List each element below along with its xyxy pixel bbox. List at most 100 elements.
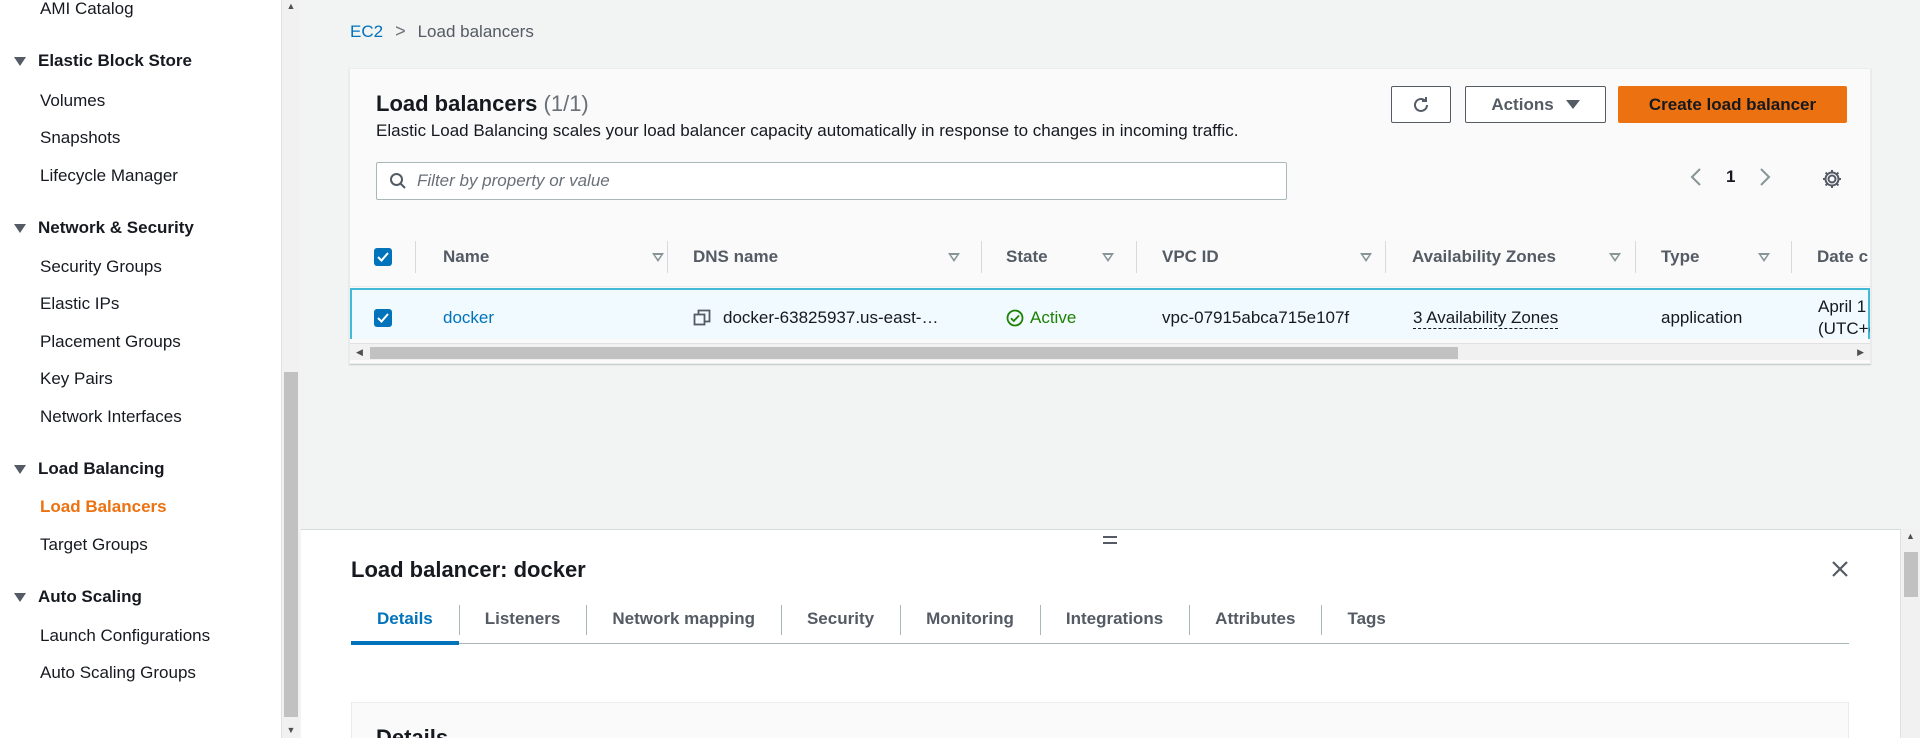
scroll-down-icon[interactable]: ▼ <box>286 724 296 736</box>
column-header-dns-name[interactable]: DNS name <box>693 227 960 287</box>
column-header-type[interactable]: Type <box>1661 227 1791 287</box>
resize-handle-icon[interactable] <box>1103 536 1117 544</box>
gear-icon[interactable] <box>1821 168 1843 195</box>
sidebar-item-snapshots[interactable]: Snapshots <box>40 128 120 148</box>
selection-count: (1/1) <box>543 91 589 116</box>
scroll-up-icon[interactable]: ▲ <box>1906 531 1915 541</box>
details-tabs: Details Listeners Network mapping Securi… <box>351 594 1849 645</box>
column-divider <box>1385 241 1386 273</box>
sidebar-item-ami-catalog[interactable]: AMI Catalog <box>40 0 134 19</box>
sidebar-item-lifecycle-manager[interactable]: Lifecycle Manager <box>40 166 178 186</box>
state-cell: Active <box>1006 290 1076 339</box>
split-panel-scrollbar[interactable]: ▲ <box>1900 529 1920 738</box>
sidebar-item-elastic-ips[interactable]: Elastic IPs <box>40 294 119 314</box>
tab-security[interactable]: Security <box>780 594 900 644</box>
sort-icon <box>652 253 664 262</box>
check-circle-icon <box>1006 309 1024 327</box>
column-header-availability-zones[interactable]: Availability Zones <box>1412 227 1642 287</box>
refresh-icon <box>1414 96 1428 112</box>
tab-integrations[interactable]: Integrations <box>1039 594 1189 644</box>
copy-icon[interactable] <box>693 309 711 327</box>
column-header-vpc-id[interactable]: VPC ID <box>1162 227 1392 287</box>
column-divider <box>981 241 982 273</box>
sidebar-item-auto-scaling-groups[interactable]: Auto Scaling Groups <box>40 663 196 683</box>
column-divider <box>667 241 668 273</box>
sidebar-section-network-security[interactable]: Network & Security <box>14 218 194 238</box>
status-badge: Active <box>1030 308 1077 327</box>
tab-attributes[interactable]: Attributes <box>1189 594 1321 644</box>
column-divider <box>1136 241 1137 273</box>
main-content: EC2 > Load balancers Load balancers (1/1… <box>301 0 1920 738</box>
caret-down-icon <box>14 223 26 233</box>
details-section: Details <box>351 702 1849 738</box>
tab-listeners[interactable]: Listeners <box>458 594 587 644</box>
breadcrumb-ec2-link[interactable]: EC2 <box>350 22 383 42</box>
create-load-balancer-button[interactable]: Create load balancer <box>1618 86 1847 123</box>
chevron-right-icon[interactable] <box>1759 167 1771 187</box>
check-icon <box>377 313 389 323</box>
type-cell: application <box>1661 308 1743 327</box>
sort-icon <box>1360 253 1372 262</box>
sidebar-section-auto-scaling[interactable]: Auto Scaling <box>14 587 142 607</box>
caret-down-icon <box>14 56 26 66</box>
sidebar-nav: AMI Catalog Elastic Block Store Volumes … <box>0 0 283 738</box>
sidebar-item-network-interfaces[interactable]: Network Interfaces <box>40 407 182 427</box>
panel-description: Elastic Load Balancing scales your load … <box>376 121 1239 140</box>
sidebar-item-launch-configurations[interactable]: Launch Configurations <box>40 626 210 646</box>
breadcrumb: EC2 > Load balancers <box>350 21 534 42</box>
sidebar-item-key-pairs[interactable]: Key Pairs <box>40 369 113 389</box>
chevron-left-icon[interactable] <box>1690 167 1702 187</box>
sidebar-section-load-balancing[interactable]: Load Balancing <box>14 459 165 479</box>
row-checkbox[interactable] <box>374 290 392 339</box>
sort-icon <box>948 253 960 262</box>
sidebar-item-volumes[interactable]: Volumes <box>40 91 105 111</box>
pagination: 1 <box>1690 167 1771 187</box>
sort-icon <box>1609 253 1621 262</box>
load-balancer-name-link[interactable]: docker <box>443 290 494 339</box>
sidebar-section-elastic-block-store[interactable]: Elastic Block Store <box>14 51 192 71</box>
page-title: Load balancers (1/1) <box>376 91 589 116</box>
scrollbar-thumb[interactable] <box>1904 552 1918 597</box>
tab-details[interactable]: Details <box>351 594 459 645</box>
table-row[interactable]: docker docker-63825937.us-east-… Active … <box>350 288 1870 339</box>
search-icon <box>389 172 407 190</box>
actions-dropdown-button[interactable]: Actions <box>1465 86 1606 123</box>
vpc-id-cell: vpc-07915abca715e107f <box>1162 308 1350 327</box>
sidebar-item-load-balancers[interactable]: Load Balancers <box>40 497 167 517</box>
sort-icon <box>1758 253 1770 262</box>
tab-monitoring[interactable]: Monitoring <box>900 594 1040 644</box>
sidebar-item-target-groups[interactable]: Target Groups <box>40 535 148 555</box>
caret-down-icon <box>1565 100 1580 109</box>
scroll-right-icon[interactable]: ▶ <box>1857 344 1864 360</box>
sidebar-scrollbar[interactable]: ▲ ▼ <box>281 0 299 738</box>
refresh-button[interactable] <box>1391 86 1451 123</box>
availability-zones-cell[interactable]: 3 Availability Zones <box>1413 290 1559 339</box>
column-header-name[interactable]: Name <box>443 227 673 287</box>
scroll-up-icon[interactable]: ▲ <box>286 0 296 12</box>
breadcrumb-current: Load balancers <box>417 21 534 41</box>
details-split-panel: Load balancer: docker Details Listeners … <box>301 529 1900 738</box>
tab-tags[interactable]: Tags <box>1321 594 1411 644</box>
split-panel-title: Load balancer: docker <box>351 557 586 582</box>
caret-down-icon <box>14 592 26 602</box>
page-number[interactable]: 1 <box>1726 167 1735 187</box>
select-all-checkbox[interactable] <box>374 227 392 287</box>
horizontal-scrollbar[interactable]: ◀ ▶ <box>350 343 1870 360</box>
sort-icon <box>1102 253 1114 262</box>
scroll-left-icon[interactable]: ◀ <box>356 344 363 360</box>
load-balancers-panel: Load balancers (1/1) Elastic Load Balanc… <box>349 68 1871 364</box>
filter-input[interactable] <box>417 171 1267 191</box>
close-icon[interactable] <box>1831 560 1849 583</box>
column-header-date-created[interactable]: Date c <box>1817 227 1868 287</box>
date-created-cell: April 1 (UTC+( <box>1818 297 1870 338</box>
tab-network-mapping[interactable]: Network mapping <box>586 594 781 644</box>
sidebar-item-placement-groups[interactable]: Placement Groups <box>40 332 181 352</box>
load-balancers-table: Name DNS name State VPC ID Availability … <box>350 227 1870 339</box>
column-header-state[interactable]: State <box>1006 227 1146 287</box>
details-heading: Details <box>376 725 449 738</box>
scrollbar-thumb[interactable] <box>370 347 1458 359</box>
column-divider <box>1791 241 1792 273</box>
column-divider <box>1635 241 1636 273</box>
sidebar-item-security-groups[interactable]: Security Groups <box>40 257 162 277</box>
scrollbar-thumb[interactable] <box>284 372 298 717</box>
